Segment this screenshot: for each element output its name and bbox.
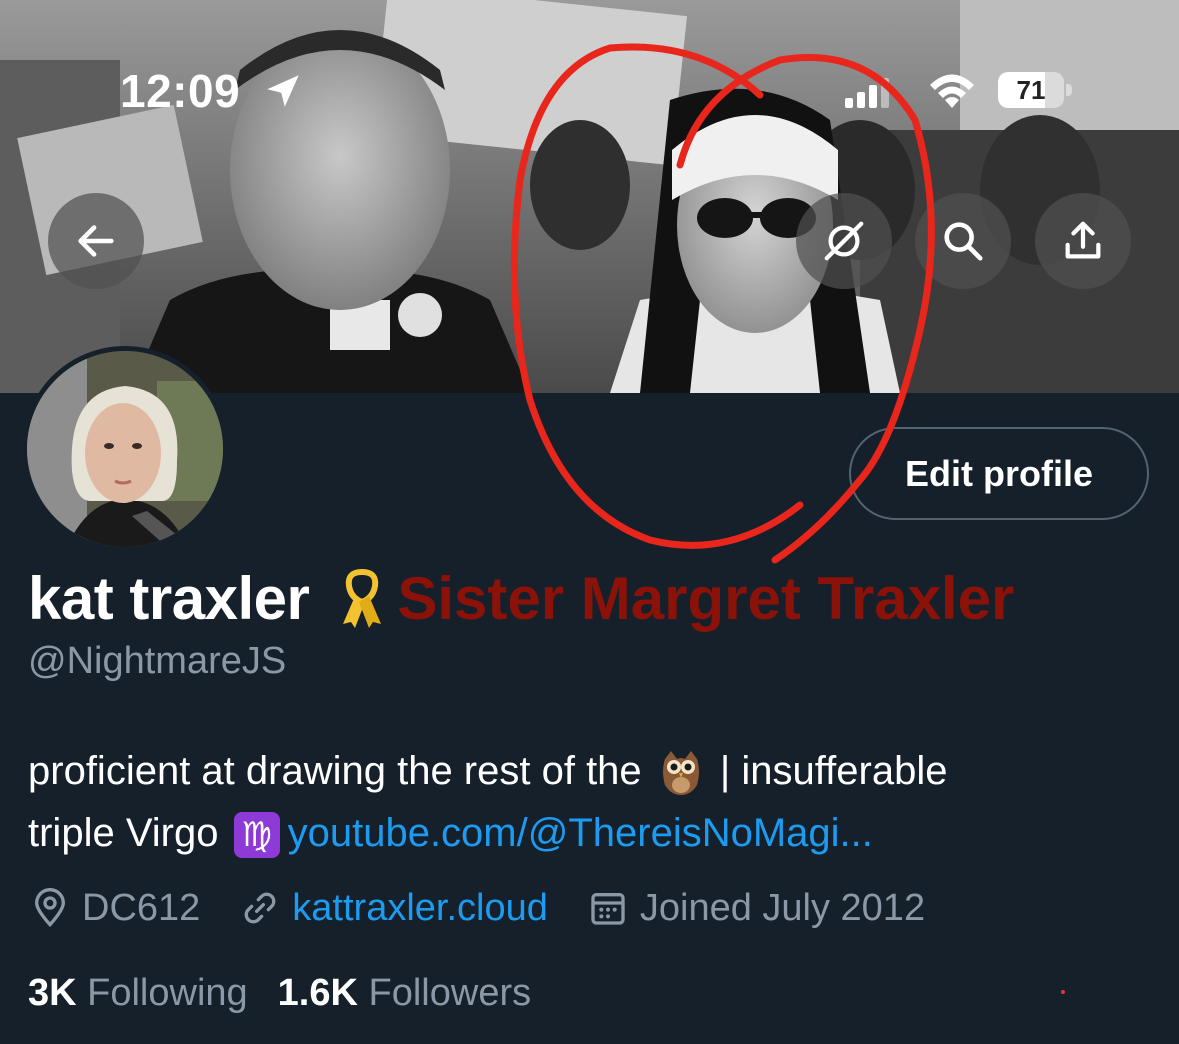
status-time: 12:09 <box>120 65 241 117</box>
following-label: Following <box>87 971 248 1014</box>
bio-line-1: proficient at drawing the rest of the | … <box>28 740 1148 802</box>
battery-body: 71 <box>998 72 1064 108</box>
followers-stat[interactable]: 1.6K Followers <box>278 972 531 1015</box>
bio: proficient at drawing the rest of the | … <box>28 740 1148 864</box>
name-annotation: Sister Margret Traxler <box>397 564 1015 632</box>
calendar-icon <box>591 893 625 925</box>
location-arrow-icon <box>267 75 299 107</box>
join-date: Joined July 2012 <box>588 887 925 930</box>
grok-button[interactable] <box>796 193 892 289</box>
status-bar: 12:09 71 <box>0 0 1179 130</box>
bio-text-1: proficient at drawing the rest of the <box>28 749 653 793</box>
bio-text-1-suffix: | insufferable <box>708 749 948 793</box>
virgo-emoji-icon: ♍ <box>233 812 280 859</box>
cellular-signal-icon <box>845 78 889 108</box>
following-count: 3K <box>28 971 77 1014</box>
display-name: kat traxler <box>28 564 310 632</box>
search-icon <box>944 222 983 261</box>
followers-count: 1.6K <box>277 971 358 1014</box>
join-date-text: Joined July 2012 <box>639 886 926 929</box>
website[interactable]: kattraxler.cloud <box>240 887 548 930</box>
name-row: kat traxler Sister Margret Traxler <box>28 558 1014 638</box>
battery-indicator: 71 <box>998 72 1074 108</box>
location-text: DC612 <box>82 886 201 929</box>
avatar-photo <box>27 351 223 547</box>
location: DC612 <box>30 887 200 930</box>
following-stat[interactable]: 3K Following <box>28 972 248 1015</box>
battery-level: 71 <box>1016 75 1046 105</box>
owl-emoji-icon <box>662 751 699 796</box>
battery-tip <box>1066 84 1072 96</box>
bio-text-2: triple Virgo <box>28 811 230 855</box>
link-icon <box>244 892 276 924</box>
followers-label: Followers <box>368 971 532 1014</box>
back-arrow-icon <box>78 225 114 257</box>
bio-line-2: triple Virgo ♍ youtube.com/@ThereisNoMagi… <box>28 802 1148 864</box>
share-icon <box>1065 221 1101 259</box>
location-pin-icon <box>34 888 66 928</box>
follow-stats: 3K Following 1.6K Followers <box>28 966 561 1020</box>
search-button[interactable] <box>915 193 1011 289</box>
website-link[interactable]: kattraxler.cloud <box>292 887 548 930</box>
ribbon-emoji-icon <box>343 568 382 628</box>
back-button[interactable] <box>48 193 144 289</box>
user-handle: @NightmareJS <box>28 640 287 682</box>
grok-icon <box>824 221 864 261</box>
bio-link[interactable]: youtube.com/@ThereisNoMagi... <box>288 811 873 855</box>
avatar[interactable] <box>22 346 228 552</box>
profile-meta: DC612 kattraxler.cloud Joined July 2012 <box>30 882 965 934</box>
share-button[interactable] <box>1035 193 1131 289</box>
stray-red-dot <box>1061 990 1065 994</box>
wifi-icon <box>930 74 974 108</box>
edit-profile-button[interactable]: Edit profile <box>849 427 1149 520</box>
